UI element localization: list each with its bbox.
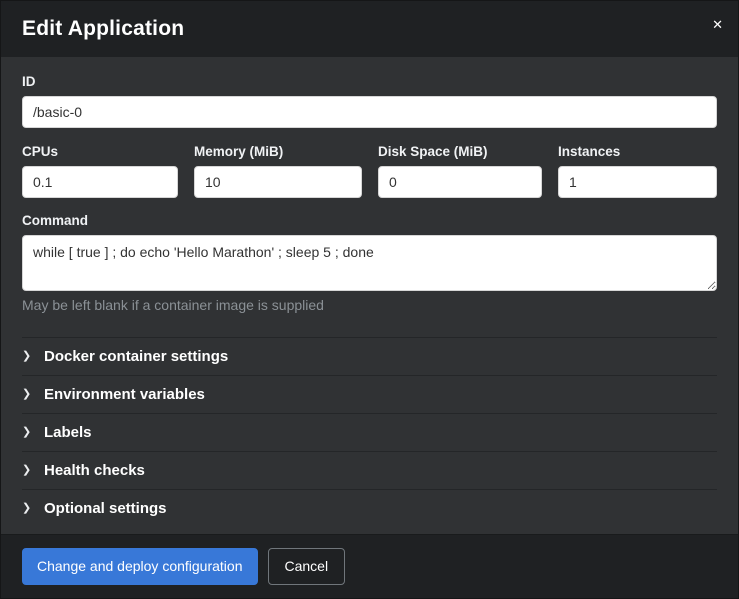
cancel-button[interactable]: Cancel (268, 548, 346, 585)
chevron-right-icon: ❯ (22, 427, 33, 438)
id-field[interactable] (22, 96, 717, 128)
page-title: Edit Application (22, 17, 717, 41)
cpus-label: CPUs (22, 144, 178, 159)
section-label: Labels (44, 424, 92, 441)
id-field-group: ID (22, 74, 717, 128)
chevron-right-icon: ❯ (22, 503, 33, 514)
id-label: ID (22, 74, 717, 89)
disk-field-group: Disk Space (MiB) (378, 144, 542, 198)
cpus-field-group: CPUs (22, 144, 178, 198)
section-optional-settings[interactable]: ❯ Optional settings (22, 489, 717, 527)
instances-field-group: Instances (558, 144, 717, 198)
memory-field-group: Memory (MiB) (194, 144, 362, 198)
memory-label: Memory (MiB) (194, 144, 362, 159)
section-docker-container-settings[interactable]: ❯ Docker container settings (22, 337, 717, 375)
section-label: Environment variables (44, 386, 205, 403)
command-label: Command (22, 213, 717, 228)
instances-field[interactable] (558, 166, 717, 198)
command-field-group: Command while [ true ] ; do echo 'Hello … (22, 213, 717, 313)
section-labels[interactable]: ❯ Labels (22, 413, 717, 451)
command-help-text: May be left blank if a container image i… (22, 297, 717, 313)
close-icon[interactable]: ✕ (712, 18, 723, 31)
section-label: Optional settings (44, 500, 167, 517)
edit-application-modal: Edit Application ✕ ID CPUs Memory (MiB) … (0, 0, 739, 599)
section-environment-variables[interactable]: ❯ Environment variables (22, 375, 717, 413)
change-and-deploy-button[interactable]: Change and deploy configuration (22, 548, 258, 585)
command-field[interactable]: while [ true ] ; do echo 'Hello Marathon… (22, 235, 717, 291)
disk-label: Disk Space (MiB) (378, 144, 542, 159)
modal-body: ID CPUs Memory (MiB) Disk Space (MiB) In… (1, 57, 738, 534)
instances-label: Instances (558, 144, 717, 159)
section-health-checks[interactable]: ❯ Health checks (22, 451, 717, 489)
chevron-right-icon: ❯ (22, 465, 33, 476)
modal-footer: Change and deploy configuration Cancel (1, 534, 738, 598)
chevron-right-icon: ❯ (22, 389, 33, 400)
disk-field[interactable] (378, 166, 542, 198)
section-label: Docker container settings (44, 348, 228, 365)
resources-row: CPUs Memory (MiB) Disk Space (MiB) Insta… (22, 144, 717, 198)
section-label: Health checks (44, 462, 145, 479)
modal-header: Edit Application ✕ (1, 1, 738, 57)
chevron-right-icon: ❯ (22, 351, 33, 362)
memory-field[interactable] (194, 166, 362, 198)
collapsible-sections: ❯ Docker container settings ❯ Environmen… (22, 337, 717, 527)
cpus-field[interactable] (22, 166, 178, 198)
